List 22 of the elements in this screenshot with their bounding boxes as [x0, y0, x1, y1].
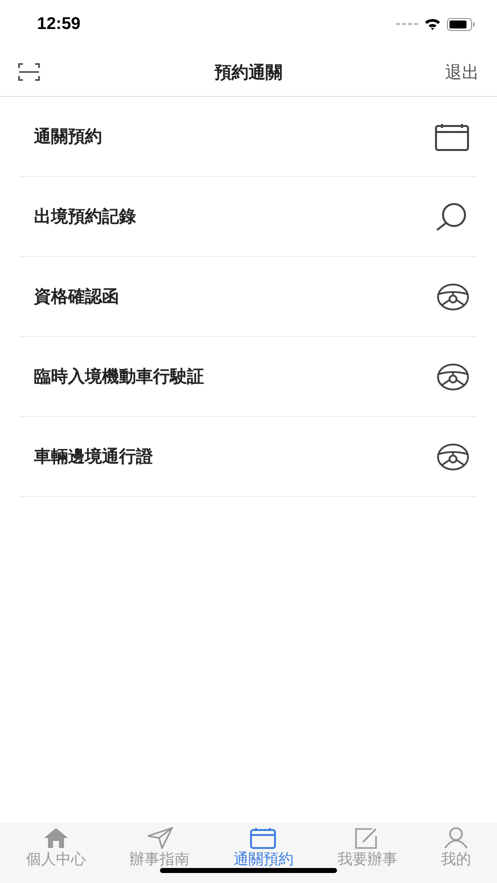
steering-wheel-icon [437, 282, 469, 310]
menu-item[interactable]: 通關預約 [20, 97, 477, 177]
wifi-icon [424, 18, 441, 30]
signal-icon [396, 22, 418, 26]
calendar-icon [435, 122, 469, 150]
menu-item[interactable]: 資格確認函 [20, 257, 477, 337]
scan-icon[interactable] [18, 63, 40, 81]
page-title: 預約通關 [214, 62, 282, 84]
person-icon [443, 827, 470, 849]
battery-icon [447, 18, 475, 30]
search-icon [435, 202, 469, 230]
tab[interactable]: 通關預約 [233, 827, 294, 875]
send-icon [146, 827, 173, 849]
menu-item[interactable]: 出境預約記錄 [20, 177, 477, 257]
menu-item[interactable]: 車輛邊境通行證 [20, 417, 477, 497]
steering-wheel-icon [437, 442, 469, 470]
calendar-icon [250, 827, 276, 849]
exit-button[interactable]: 退出 [445, 60, 479, 84]
menu-item[interactable]: 臨時入境機動車行駛証 [20, 337, 477, 417]
steering-wheel-icon [437, 362, 469, 390]
home-icon [42, 827, 69, 849]
status-time: 12:59 [37, 14, 80, 34]
